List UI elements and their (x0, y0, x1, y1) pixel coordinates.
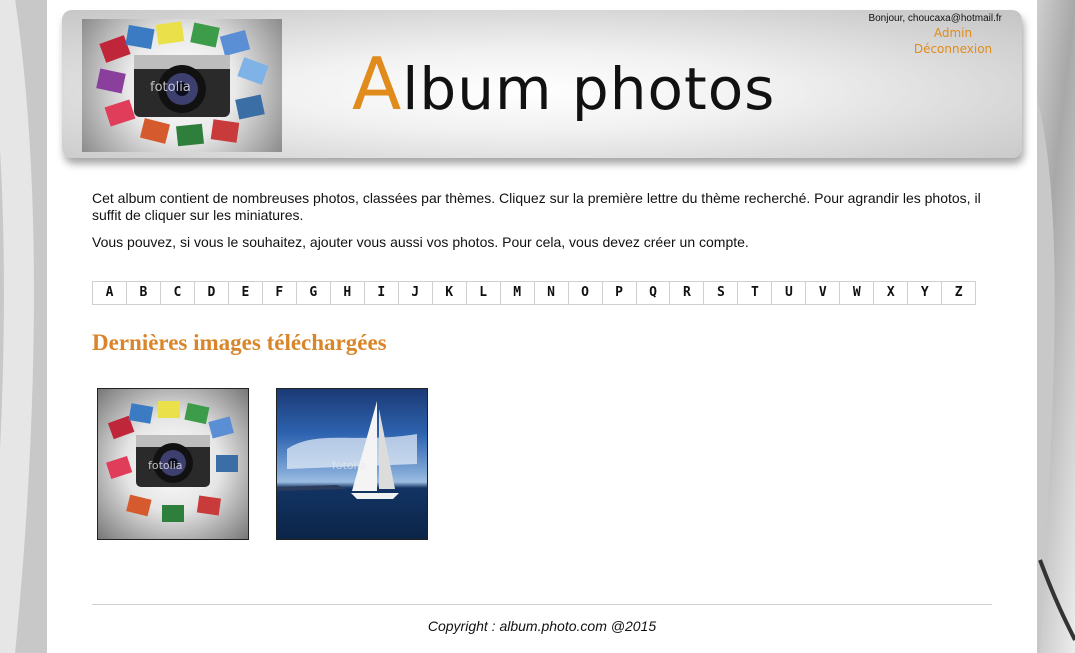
admin-link[interactable]: Admin (804, 26, 1004, 40)
site-title-first-letter: A (352, 42, 403, 126)
alphabet-letter-v[interactable]: V (806, 282, 841, 304)
thumbnail-sailboat[interactable]: fotolia (276, 388, 428, 540)
alphabet-letter-c[interactable]: C (161, 282, 195, 304)
alphabet-letter-b[interactable]: B (127, 282, 161, 304)
latest-images-title: Dernières images téléchargées (92, 330, 387, 355)
footer-copyright: Copyright : album.photo.com @2015 (427, 618, 657, 634)
thumbnail-camera-collage[interactable]: fotolia (97, 388, 249, 540)
alphabet-letter-a[interactable]: A (93, 282, 127, 304)
thumbnail-2-watermark: fotolia (332, 459, 367, 472)
footer-divider (92, 604, 992, 605)
alphabet-letter-l[interactable]: L (467, 282, 501, 304)
alphabet-letter-x[interactable]: X (874, 282, 909, 304)
alphabet-letter-u[interactable]: U (772, 282, 807, 304)
alphabet-letter-z[interactable]: Z (942, 282, 975, 304)
alphabet-letter-n[interactable]: N (535, 282, 569, 304)
alphabet-letter-o[interactable]: O (569, 282, 603, 304)
alphabet-letter-g[interactable]: G (297, 282, 331, 304)
alphabet-letter-f[interactable]: F (263, 282, 297, 304)
camera-collage-logo: fotolia (82, 19, 282, 152)
alphabet-letter-t[interactable]: T (738, 282, 773, 304)
intro-paragraph-2: Vous pouvez, si vous le souhaitez, ajout… (92, 234, 749, 250)
alphabet-letter-k[interactable]: K (433, 282, 467, 304)
alphabet-letter-m[interactable]: M (501, 282, 535, 304)
alphabet-letter-d[interactable]: D (195, 282, 229, 304)
logout-link[interactable]: Déconnexion (804, 42, 1004, 56)
alphabet-index: ABCDEFGHIJKLMNOPQRSTUVWXYZ (92, 281, 976, 305)
page-container: fotolia Album photos Bonjour, choucaxa@h… (47, 0, 1037, 653)
alphabet-letter-s[interactable]: S (704, 282, 739, 304)
alphabet-letter-e[interactable]: E (229, 282, 263, 304)
site-title: Album photos (352, 34, 792, 134)
header-banner: fotolia Album photos Bonjour, choucaxa@h… (62, 10, 1022, 158)
user-box: Bonjour, choucaxa@hotmail.fr Admin Décon… (804, 13, 1004, 56)
greeting-text: Bonjour, choucaxa@hotmail.fr (868, 13, 1002, 24)
alphabet-letter-i[interactable]: I (365, 282, 399, 304)
alphabet-letter-p[interactable]: P (603, 282, 637, 304)
alphabet-letter-r[interactable]: R (670, 282, 705, 304)
alphabet-letter-q[interactable]: Q (637, 282, 671, 304)
svg-text:fotolia: fotolia (150, 80, 191, 95)
alphabet-letter-w[interactable]: W (840, 282, 875, 304)
alphabet-letter-y[interactable]: Y (908, 282, 943, 304)
intro-paragraph-1: Cet album contient de nombreuses photos,… (92, 190, 981, 223)
alphabet-letter-j[interactable]: J (399, 282, 433, 304)
intro-section: Cet album contient de nombreuses photos,… (92, 190, 997, 261)
site-title-rest: lbum photos (402, 55, 776, 123)
thumbnail-1-watermark: fotolia (148, 459, 183, 472)
alphabet-letter-h[interactable]: H (331, 282, 365, 304)
